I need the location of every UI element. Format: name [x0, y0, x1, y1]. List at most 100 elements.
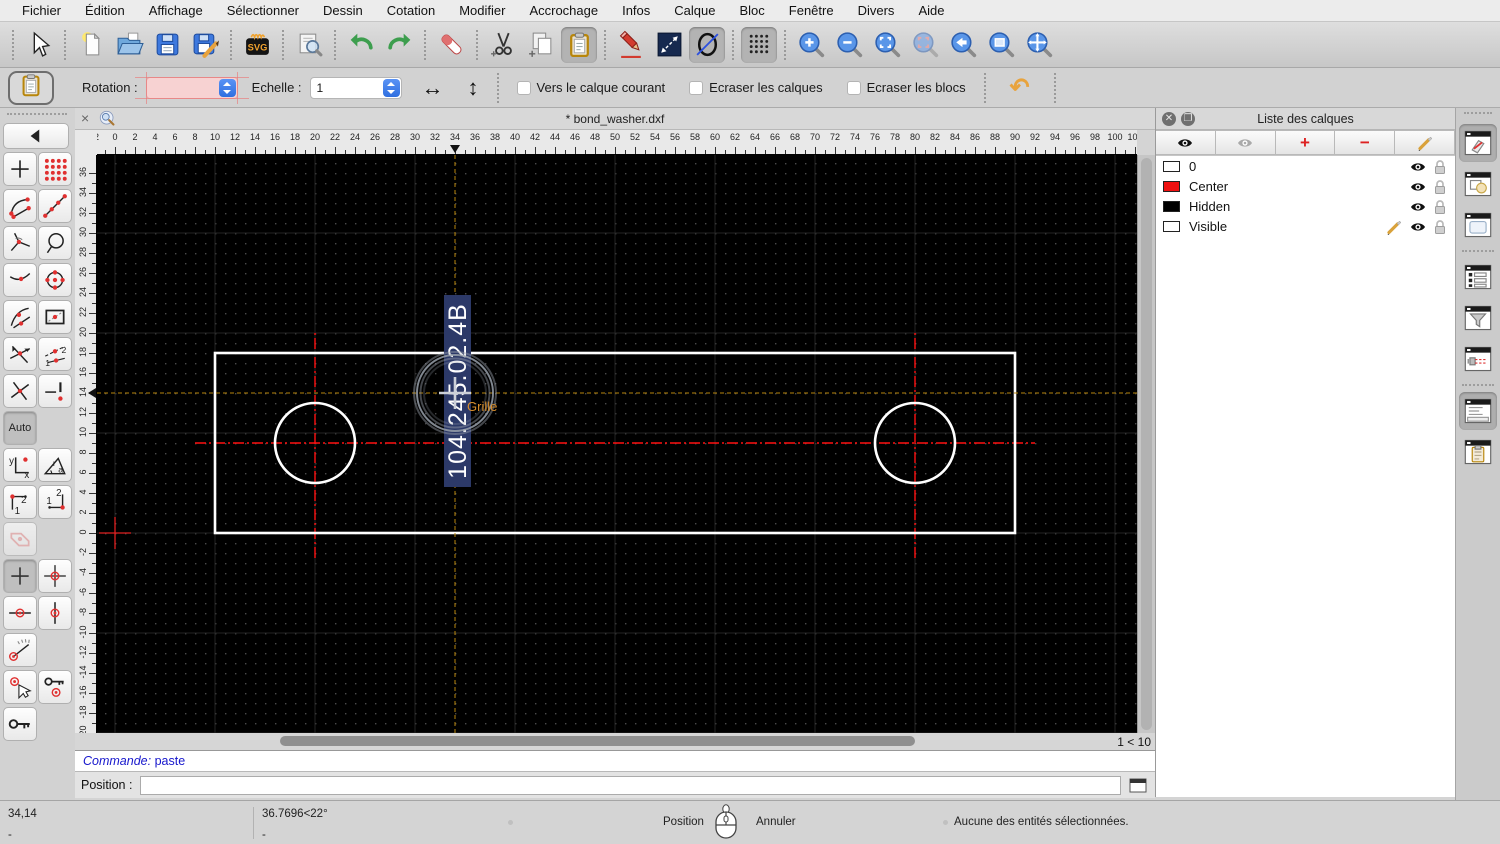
- snap-intersection-manual-button[interactable]: 12: [38, 337, 72, 371]
- snap-nothing-button[interactable]: [38, 374, 72, 408]
- menu-aide[interactable]: Aide: [906, 0, 956, 21]
- menu-divers[interactable]: Divers: [846, 0, 907, 21]
- snap-free-button[interactable]: [3, 152, 37, 186]
- doc-save-button[interactable]: [149, 27, 185, 63]
- restrict-ortho-1-button[interactable]: 12: [3, 485, 37, 519]
- flip-vertical-icon[interactable]: ↕: [468, 75, 479, 101]
- command-input[interactable]: [140, 775, 1121, 795]
- add-layer-button[interactable]: +: [1275, 130, 1336, 155]
- pick-relative-zero-button[interactable]: [3, 670, 37, 704]
- zoom-auto-button[interactable]: [869, 27, 905, 63]
- horizontal-scrollbar[interactable]: 1 < 10: [75, 733, 1155, 750]
- grid-toggle-button[interactable]: [741, 26, 777, 63]
- snap-circle-button[interactable]: [38, 226, 72, 260]
- menu-edition[interactable]: Édition: [73, 0, 137, 21]
- zoom-previous-button[interactable]: [945, 27, 981, 63]
- print-preview-button[interactable]: [291, 27, 327, 63]
- lock-relative-zero-button[interactable]: [38, 670, 72, 704]
- snap-reference-button[interactable]: [38, 300, 72, 334]
- export-svg-button[interactable]: SVG: [239, 27, 275, 63]
- dock-pen-settings-button[interactable]: [1459, 340, 1497, 378]
- snap-endpoints-button[interactable]: [3, 189, 37, 223]
- vertical-scrollbar-thumb[interactable]: [1141, 158, 1152, 730]
- detach-command-window-button[interactable]: [1127, 776, 1149, 794]
- menu-cotation[interactable]: Cotation: [375, 0, 447, 21]
- paste-mode-toggle[interactable]: [8, 70, 54, 105]
- flip-horizontal-icon[interactable]: ↔: [422, 75, 444, 101]
- checkbox-icon[interactable]: [516, 80, 531, 95]
- ellipse-tool-button[interactable]: [689, 26, 725, 63]
- doc-open-button[interactable]: [111, 27, 147, 63]
- lock-key-button[interactable]: [3, 707, 37, 741]
- menu-dessin[interactable]: Dessin: [311, 0, 375, 21]
- menu-infos[interactable]: Infos: [610, 0, 662, 21]
- checkbox-icon[interactable]: [846, 80, 861, 95]
- checkbox-icon[interactable]: [689, 80, 704, 95]
- snap-entity-button[interactable]: [38, 189, 72, 223]
- dock-filter-button[interactable]: [1459, 299, 1497, 337]
- coord-polar-button[interactable]: ra: [38, 448, 72, 482]
- set-relative-zero-button[interactable]: [38, 559, 72, 593]
- undo-arrow-icon[interactable]: ↶: [1010, 72, 1030, 102]
- layer-row-0[interactable]: 0: [1156, 156, 1455, 176]
- paste-button[interactable]: [561, 26, 597, 63]
- menu-accrochage[interactable]: Accrochage: [517, 0, 610, 21]
- menu-modifier[interactable]: Modifier: [447, 0, 517, 21]
- vertical-scrollbar[interactable]: [1137, 155, 1155, 733]
- restrict-horizontal-button[interactable]: [3, 596, 37, 630]
- zoom-out-button[interactable]: [831, 27, 867, 63]
- remove-layer-button[interactable]: −: [1335, 130, 1396, 155]
- menu-bloc[interactable]: Bloc: [727, 0, 776, 21]
- layer-row-hidden[interactable]: Hidden: [1156, 196, 1455, 216]
- scale-stepper[interactable]: [382, 78, 400, 97]
- scale-input[interactable]: 1: [309, 76, 402, 99]
- dock-drag-handle[interactable]: [1464, 112, 1492, 118]
- menu-selectionner[interactable]: Sélectionner: [215, 0, 311, 21]
- edit-layer-button[interactable]: [1395, 130, 1455, 155]
- dock-library-browser-button[interactable]: [1459, 206, 1497, 244]
- option-checkbox-2[interactable]: Ecraser les blocs: [846, 80, 966, 95]
- angle-gauge-button[interactable]: [3, 633, 37, 667]
- snap-intersection-auto-button[interactable]: [3, 337, 37, 371]
- rotation-input[interactable]: [134, 71, 249, 104]
- undo-button[interactable]: [343, 27, 379, 63]
- zoom-pan-button[interactable]: [1021, 27, 1057, 63]
- restrict-ortho-2-button[interactable]: 12: [38, 485, 72, 519]
- rotation-stepper[interactable]: [218, 78, 236, 97]
- snap-intersection-button[interactable]: [3, 374, 37, 408]
- snap-perpendicular-button[interactable]: [3, 226, 37, 260]
- restrict-vertical-button[interactable]: [38, 596, 72, 630]
- zoom-selection-button[interactable]: [907, 27, 943, 63]
- option-checkbox-0[interactable]: Vers le calque courant: [516, 80, 665, 95]
- drawing-canvas[interactable]: 104.245.02.4B Grille: [97, 155, 1137, 734]
- menu-affichage[interactable]: Affichage: [137, 0, 215, 21]
- menu-calque[interactable]: Calque: [662, 0, 727, 21]
- pencil-draw-button[interactable]: [613, 27, 649, 63]
- horizontal-scrollbar-thumb[interactable]: [280, 736, 915, 746]
- back-button[interactable]: [3, 123, 69, 149]
- redo-button[interactable]: [381, 27, 417, 63]
- cursor-button[interactable]: [21, 27, 57, 63]
- option-checkbox-1[interactable]: Ecraser les calques: [689, 80, 823, 95]
- zoom-in-button[interactable]: [793, 27, 829, 63]
- eraser-button[interactable]: [433, 27, 469, 63]
- snap-nearest-button[interactable]: [3, 263, 37, 297]
- dock-clipboard-button[interactable]: [1459, 433, 1497, 471]
- restrict-off-button[interactable]: [3, 522, 37, 556]
- doc-save-as-button[interactable]: [187, 27, 223, 63]
- layer-row-visible[interactable]: Visible: [1156, 216, 1455, 236]
- dock-layer-list-button[interactable]: [1459, 124, 1497, 162]
- auto-button[interactable]: Auto: [3, 411, 37, 445]
- toggle-visibility-others-button[interactable]: [1215, 130, 1276, 155]
- snap-center-button[interactable]: [38, 263, 72, 297]
- coord-cartesian-button[interactable]: yx: [3, 448, 37, 482]
- restrict-nothing-button[interactable]: [3, 559, 37, 593]
- snap-middle-button[interactable]: [3, 300, 37, 334]
- layer-visibility-eye-icon[interactable]: [1409, 218, 1427, 241]
- menu-fenetre[interactable]: Fenêtre: [777, 0, 846, 21]
- cut-button[interactable]: [485, 27, 521, 63]
- line-tool-button[interactable]: [651, 27, 687, 63]
- layer-lock-icon[interactable]: [1431, 218, 1449, 241]
- zoom-window-button[interactable]: [983, 27, 1019, 63]
- menu-fichier[interactable]: Fichier: [10, 0, 73, 21]
